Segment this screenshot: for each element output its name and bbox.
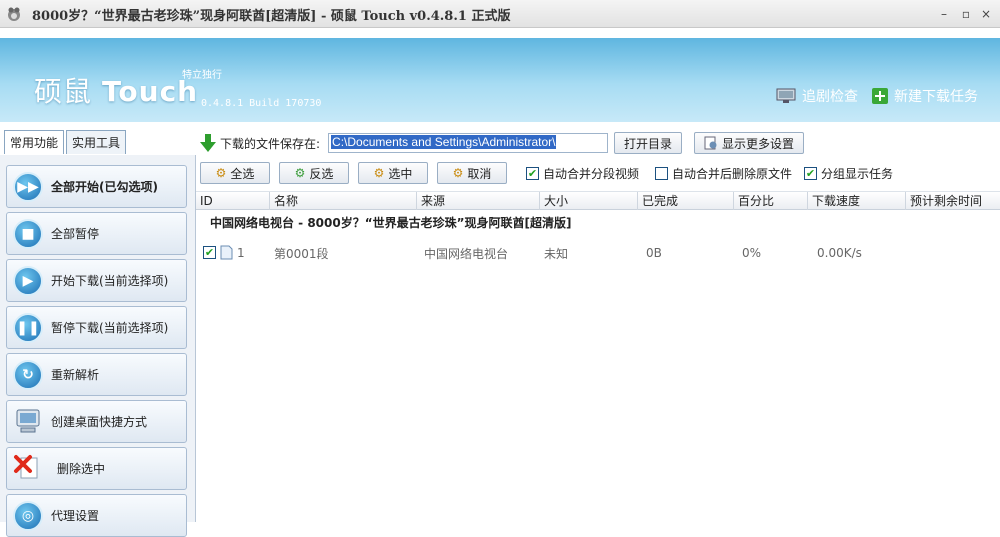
track-check-label: 追剧检查 — [802, 89, 858, 105]
sidebar-item-label: 创建桌面快捷方式 — [51, 415, 148, 429]
cell-size: 未知 — [544, 246, 569, 261]
title-bar: 8000岁？“世界最古老珍珠”现身阿联酋[超清版] - 硕鼠 Touch v0.… — [0, 0, 1000, 28]
select-button[interactable]: ⚙ 选中 — [358, 162, 428, 184]
select-all-button[interactable]: ⚙ 全选 — [200, 162, 270, 184]
selection-toolbar: ⚙ 全选 ⚙ 反选 ⚙ 选中 ⚙ 取消 ✔ 自动合并分段视频 自动合并后删除原文… — [200, 162, 893, 184]
column-header[interactable]: 已完成 — [638, 192, 734, 210]
group-display-checkbox[interactable]: ✔ 分组显示任务 — [804, 165, 893, 182]
play-icon: ▶ — [13, 265, 43, 296]
checkbox-checked[interactable]: ✔ — [804, 166, 818, 180]
fast-forward-icon: ▶▶ — [13, 171, 43, 202]
close-button[interactable]: × — [978, 6, 994, 22]
proxy-settings-button[interactable]: ◎ 代理设置 — [6, 494, 187, 537]
cell-source: 中国网络电视台 — [424, 246, 509, 261]
download-arrow-icon — [200, 134, 216, 152]
desktop-shortcut-button[interactable]: 创建桌面快捷方式 — [6, 400, 187, 443]
sidebar-item-label: 代理设置 — [51, 509, 100, 523]
stop-icon: ■ — [13, 218, 43, 249]
tab-tools[interactable]: 实用工具 — [66, 130, 127, 154]
logo-tagline: 特立独行 — [182, 70, 222, 81]
column-header[interactable]: 百分比 — [734, 192, 808, 210]
new-task-button[interactable]: 新建下载任务 — [872, 86, 978, 106]
refresh-icon: ↻ — [13, 359, 43, 390]
checkbox-unchecked[interactable] — [655, 166, 669, 180]
column-header[interactable]: 预计剩余时间 — [906, 192, 1000, 210]
tab-common[interactable]: 常用功能 — [4, 130, 65, 154]
gear-icon: ⚙ — [373, 166, 385, 180]
sidebar-item-label: 重新解析 — [51, 368, 100, 382]
open-directory-button[interactable]: 打开目录 — [614, 132, 683, 154]
more-settings-button[interactable]: 显示更多设置 — [694, 132, 805, 154]
task-group-title[interactable]: 中国网络电视台 - 8000岁？“世界最古老珍珠”现身阿联酋[超清版] — [210, 214, 571, 231]
checkbox-checked[interactable]: ✔ — [526, 166, 539, 180]
sidebar-item-label: 删除选中 — [57, 462, 106, 476]
pause-selected-button[interactable]: ❚❚ 暂停下载(当前选择项) — [6, 306, 187, 349]
save-path-row: 下载的文件保存在: C:\Documents and Settings\Admi… — [200, 132, 805, 154]
window-title: 8000岁？“世界最古老珍珠”现身阿联酋[超清版] - 硕鼠 Touch v0.… — [32, 9, 511, 24]
start-selected-button[interactable]: ▶ 开始下载(当前选择项) — [6, 259, 187, 302]
new-task-label: 新建下载任务 — [894, 89, 978, 105]
column-header[interactable]: 下载速度 — [808, 192, 906, 210]
track-check-button[interactable]: 追剧检查 — [776, 86, 858, 106]
plus-icon — [872, 88, 888, 104]
delete-icon — [14, 454, 38, 478]
app-logo: 硕鼠 Touch — [34, 70, 198, 110]
version-label: 0.4.8.1 Build 170730 — [201, 98, 322, 109]
minimize-button[interactable]: – — [936, 6, 952, 22]
cell-speed: 0.00K/s — [817, 246, 862, 260]
gear-icon: ⚙ — [294, 166, 306, 180]
monitor-icon — [776, 88, 796, 103]
main-panel: 下载的文件保存在: C:\Documents and Settings\Admi… — [196, 128, 1000, 522]
save-path-label: 下载的文件保存在: — [220, 136, 321, 151]
sidebar-item-label: 全部暂停 — [51, 227, 100, 241]
column-header[interactable]: ID — [196, 192, 270, 210]
delete-selected-button[interactable]: 删除选中 — [6, 447, 187, 490]
app-icon — [8, 7, 20, 21]
computer-icon — [16, 409, 40, 432]
sidebar-item-label: 暂停下载(当前选择项) — [51, 321, 169, 335]
sidebar-item-label: 开始下载(当前选择项) — [51, 274, 169, 288]
pause-all-button[interactable]: ■ 全部暂停 — [6, 212, 187, 255]
pause-icon: ❚❚ — [13, 312, 43, 343]
cell-name: 第0001段 — [274, 246, 329, 261]
file-icon — [220, 245, 233, 260]
gear-icon: ⚙ — [452, 166, 464, 180]
logo-chinese: 硕鼠 — [34, 75, 93, 108]
sidebar-item-label: 全部开始(已勾选项) — [51, 180, 158, 194]
task-table-header: ID 名称 来源 大小 已完成 百分比 下载速度 预计剩余时间 — [196, 191, 1000, 210]
column-header[interactable]: 来源 — [417, 192, 540, 210]
column-header[interactable]: 大小 — [540, 192, 638, 210]
cell-completed: 0B — [646, 246, 662, 260]
auto-merge-delete-checkbox[interactable]: 自动合并后删除原文件 — [655, 165, 792, 182]
maximize-button[interactable]: ▫ — [958, 6, 974, 22]
header-banner: 硕鼠 Touch 特立独行 追剧检查 新建下载任务 — [0, 38, 1000, 122]
settings-doc-icon — [704, 136, 717, 150]
table-row[interactable]: ✔ 1 第0001段 中国网络电视台 未知 0B 0% 0.00K/s — [196, 244, 1000, 262]
auto-merge-checkbox[interactable]: ✔ 自动合并分段视频 — [526, 165, 639, 182]
invert-selection-button[interactable]: ⚙ 反选 — [279, 162, 349, 184]
cell-id: 1 — [237, 246, 245, 260]
globe-icon: ◎ — [13, 500, 43, 531]
function-tabs: 常用功能 实用工具 — [4, 130, 127, 154]
cancel-selection-button[interactable]: ⚙ 取消 — [437, 162, 507, 184]
start-all-button[interactable]: ▶▶ 全部开始(已勾选项) — [6, 165, 187, 208]
sidebar: ▶▶ 全部开始(已勾选项) ■ 全部暂停 ▶ 开始下载(当前选择项) ❚❚ 暂停… — [0, 155, 196, 537]
row-checkbox[interactable]: ✔ — [203, 246, 216, 259]
gear-icon: ⚙ — [215, 166, 227, 180]
column-header[interactable]: 名称 — [270, 192, 417, 210]
save-path-input[interactable]: C:\Documents and Settings\Administrator\ — [328, 133, 609, 153]
reparse-button[interactable]: ↻ 重新解析 — [6, 353, 187, 396]
cell-percent: 0% — [742, 246, 762, 260]
